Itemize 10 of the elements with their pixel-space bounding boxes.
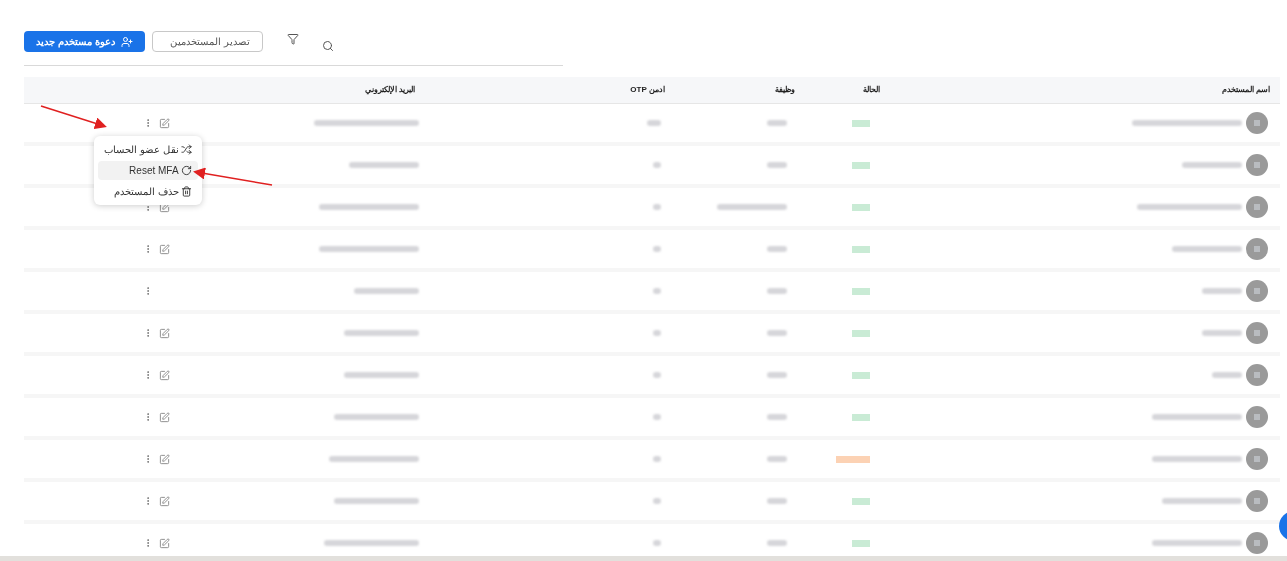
column-header: ادمن OTP: [630, 84, 665, 96]
column-header: الحالة: [863, 84, 880, 96]
menu-item[interactable]: Reset MFA: [98, 161, 198, 180]
column-header: اسم المستخدم: [1221, 84, 1270, 96]
column-header: وظيفة: [775, 84, 795, 96]
column-header: البريد الإلكتروني: [364, 84, 415, 96]
invite-user-button[interactable]: دعوة مستخدم جديد: [24, 31, 145, 52]
menu-item[interactable]: نقل عضو الحساب: [98, 140, 198, 159]
menu-item[interactable]: حذف المستخدم: [98, 182, 198, 201]
export-users-button[interactable]: تصدير المستخدمين: [151, 31, 263, 52]
